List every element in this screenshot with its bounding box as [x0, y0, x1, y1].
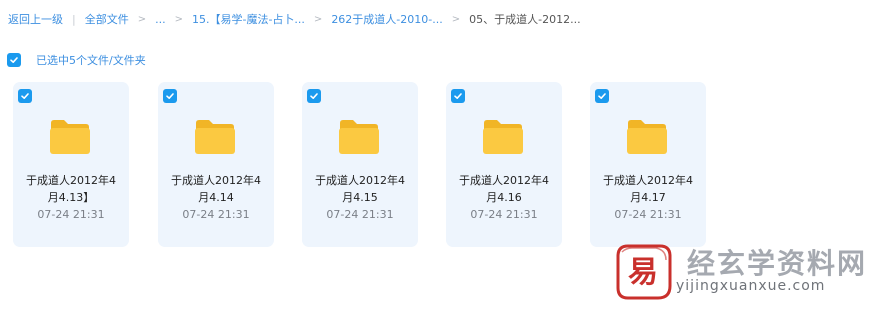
breadcrumb-ellipsis[interactable]: ...: [155, 13, 166, 26]
file-checkbox[interactable]: [595, 89, 609, 103]
folder-icon: [195, 120, 235, 154]
file-checkbox[interactable]: [307, 89, 321, 103]
check-icon: [10, 57, 18, 63]
file-date: 07-24 21:31: [182, 208, 250, 221]
breadcrumb-item-1[interactable]: 15.【易学-魔法-占卜...: [192, 11, 305, 27]
file-name-line: 于成道人2012年4: [315, 174, 405, 187]
breadcrumb-current: 05、于成道人-2012...: [469, 13, 581, 26]
file-name: 于成道人2012年4 月4.17: [590, 172, 706, 206]
file-date: 07-24 21:31: [37, 208, 105, 221]
file-name: 于成道人2012年4 月4.16: [446, 172, 562, 206]
file-name: 于成道人2012年4 月4.14: [158, 172, 274, 206]
file-name-line: 月4.15: [342, 191, 378, 204]
check-icon: [454, 93, 462, 99]
file-name-line: 月4.16: [486, 191, 522, 204]
chevron-right-icon: >: [137, 13, 147, 25]
file-date: 07-24 21:31: [470, 208, 538, 221]
file-date: 07-24 21:31: [326, 208, 394, 221]
chevron-right-icon: >: [313, 13, 323, 25]
file-name-line: 于成道人2012年4: [26, 174, 116, 187]
file-name: 于成道人2012年4 月4.15: [302, 172, 418, 206]
check-icon: [598, 93, 606, 99]
file-card[interactable]: 于成道人2012年4 月4.17 07-24 21:31: [590, 82, 706, 247]
file-date: 07-24 21:31: [614, 208, 682, 221]
check-icon: [21, 93, 29, 99]
file-card[interactable]: 于成道人2012年4 月4.13】 07-24 21:31: [13, 82, 129, 247]
folder-icon: [627, 120, 667, 154]
folder-icon: [483, 120, 523, 154]
watermark: 易 经玄学资料网 yijingxuanxue.com: [612, 242, 871, 302]
file-name-line: 月4.17: [630, 191, 666, 204]
breadcrumb: 返回上一级 | 全部文件 > ... > 15.【易学-魔法-占卜... > 2…: [8, 11, 581, 27]
folder-icon: [339, 120, 379, 154]
selection-count-label: 已选中5个文件/文件夹: [36, 54, 146, 67]
breadcrumb-all-files[interactable]: 全部文件: [85, 11, 129, 27]
breadcrumb-item-2[interactable]: 262于成道人-2010-...: [331, 11, 442, 27]
file-name-line: 于成道人2012年4: [171, 174, 261, 187]
check-icon: [310, 93, 318, 99]
file-name: 于成道人2012年4 月4.13】: [13, 172, 129, 206]
site-logo-icon: 易: [616, 244, 672, 300]
file-name-line: 于成道人2012年4: [459, 174, 549, 187]
file-checkbox[interactable]: [18, 89, 32, 103]
file-card[interactable]: 于成道人2012年4 月4.15 07-24 21:31: [302, 82, 418, 247]
chevron-right-icon: >: [174, 13, 183, 25]
file-card[interactable]: 于成道人2012年4 月4.14 07-24 21:31: [158, 82, 274, 247]
watermark-title: 经玄学资料网: [687, 247, 868, 280]
file-name-line: 于成道人2012年4: [603, 174, 693, 187]
file-checkbox[interactable]: [163, 89, 177, 103]
file-card[interactable]: 于成道人2012年4 月4.16 07-24 21:31: [446, 82, 562, 247]
folder-icon: [50, 120, 90, 154]
breadcrumb-divider: |: [72, 12, 76, 26]
check-icon: [166, 93, 174, 99]
logo-glyph: 易: [628, 255, 658, 290]
file-checkbox[interactable]: [451, 89, 465, 103]
file-name-line: 月4.14: [198, 191, 234, 204]
select-all-row: 已选中5个文件/文件夹: [7, 52, 146, 68]
watermark-url: yijingxuanxue.com: [676, 278, 826, 294]
back-link[interactable]: 返回上一级: [8, 11, 63, 27]
select-all-checkbox[interactable]: [7, 53, 21, 67]
file-name-line: 月4.13】: [47, 191, 95, 204]
chevron-right-icon: >: [451, 13, 461, 25]
